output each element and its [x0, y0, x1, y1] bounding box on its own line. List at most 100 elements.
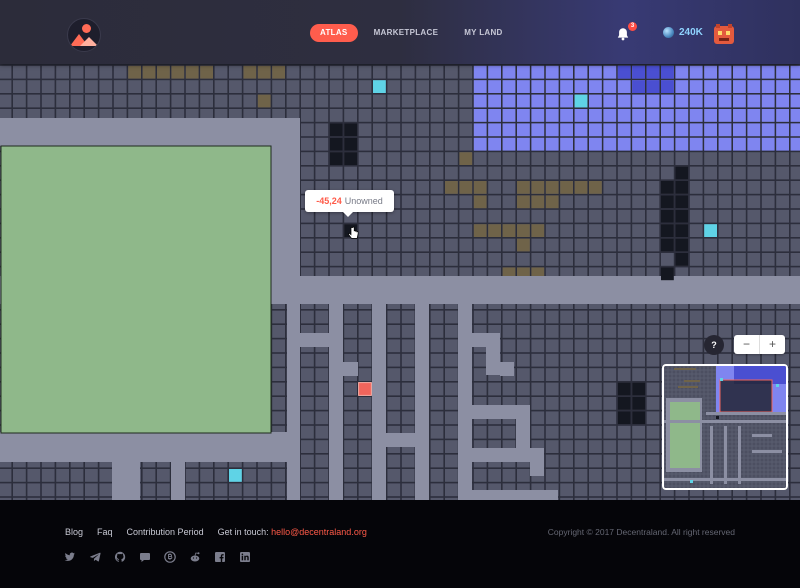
taken-parcel [329, 152, 343, 165]
parcel [790, 454, 800, 468]
parcel [488, 238, 501, 252]
parcel [416, 224, 429, 237]
parcel [416, 65, 429, 79]
parcel [473, 469, 487, 482]
parcel [646, 382, 660, 396]
minimap[interactable] [662, 364, 788, 490]
parcel [603, 339, 617, 353]
top-navbar: ATLAS MARKETPLACE MY LAND 3 240K [0, 0, 800, 64]
contribution-parcel [545, 195, 559, 209]
parcel [589, 353, 602, 367]
parcel [301, 80, 314, 93]
parcel [603, 325, 617, 338]
parcel [473, 310, 487, 324]
parcel [301, 483, 314, 497]
parcel [373, 65, 386, 79]
parcel [617, 224, 631, 237]
parcel [603, 382, 617, 396]
parcel [430, 80, 444, 93]
district-parcel [560, 123, 573, 137]
parcel [445, 325, 458, 338]
parcel [589, 253, 602, 266]
parcel [387, 483, 401, 497]
linkedin-icon[interactable] [239, 551, 251, 563]
parcel [459, 195, 473, 209]
parcel [747, 166, 761, 180]
parcel [517, 469, 530, 482]
parcel [301, 440, 314, 453]
twitter-icon[interactable] [64, 551, 76, 563]
parcel [185, 483, 199, 497]
tab-atlas[interactable]: ATLAS [310, 24, 358, 42]
parcel [70, 483, 84, 497]
parcel [790, 411, 800, 425]
parcel [560, 483, 573, 497]
avatar[interactable] [712, 22, 736, 46]
parcel [459, 209, 473, 223]
parcel [315, 123, 329, 137]
taken-parcel [661, 238, 674, 252]
contribution-period-link[interactable]: Contribution Period [127, 527, 204, 537]
parcel [171, 94, 185, 108]
blog-link[interactable]: Blog [65, 527, 83, 537]
github-icon[interactable] [114, 551, 126, 563]
parcel [142, 469, 156, 482]
help-button[interactable]: ? [704, 335, 724, 355]
tab-my-land[interactable]: MY LAND [454, 24, 512, 42]
faq-link[interactable]: Faq [97, 527, 113, 537]
parcel [502, 253, 516, 266]
telegram-icon[interactable] [89, 551, 101, 563]
parcel [344, 425, 357, 439]
reddit-icon[interactable] [189, 551, 201, 563]
district-parcel [488, 80, 501, 93]
parcel [661, 310, 674, 324]
parcel [401, 397, 415, 410]
district-parcel [675, 109, 689, 122]
parcel [603, 440, 617, 453]
parcel [747, 253, 761, 266]
decentraland-logo[interactable] [67, 18, 101, 52]
taken-parcel [675, 181, 689, 194]
tab-marketplace[interactable]: MARKETPLACE [364, 24, 449, 42]
district-parcel [790, 80, 800, 93]
facebook-icon[interactable] [214, 551, 226, 563]
zoom-out-button[interactable]: − [734, 335, 759, 354]
contribution-parcel [531, 224, 545, 237]
parcel [473, 353, 487, 367]
parcel [99, 94, 113, 108]
district-parcel [560, 137, 573, 151]
parcel [545, 368, 559, 381]
contribution-parcel [517, 224, 530, 237]
contribution-parcel [128, 65, 141, 79]
zoom-in-button[interactable]: + [760, 335, 785, 354]
parcel [603, 253, 617, 266]
chat-icon[interactable] [139, 551, 151, 563]
parcel [387, 382, 401, 396]
parcel [401, 353, 415, 367]
parcel [358, 65, 372, 79]
district-parcel [473, 94, 487, 108]
contribution-parcel [185, 65, 199, 79]
parcel [358, 109, 372, 122]
district-parcel [689, 137, 703, 151]
parcel [733, 224, 746, 237]
parcel [790, 238, 800, 252]
parcel [689, 152, 703, 165]
district-parcel [589, 123, 602, 137]
parcel [704, 166, 717, 180]
parcel [344, 440, 357, 453]
district-parcel [689, 65, 703, 79]
parcel [445, 382, 458, 396]
parcel [445, 195, 458, 209]
parcel [401, 166, 415, 180]
parcel [502, 382, 516, 396]
contribution-parcel [574, 181, 588, 194]
parcel [632, 483, 645, 497]
parcel [790, 339, 800, 353]
contact-email-link[interactable]: hello@decentraland.org [271, 527, 367, 537]
bitcoin-icon[interactable] [164, 551, 176, 563]
parcel [430, 325, 444, 338]
mana-balance[interactable]: 240K [663, 27, 703, 38]
contribution-parcel [171, 65, 185, 79]
parcel [603, 166, 617, 180]
